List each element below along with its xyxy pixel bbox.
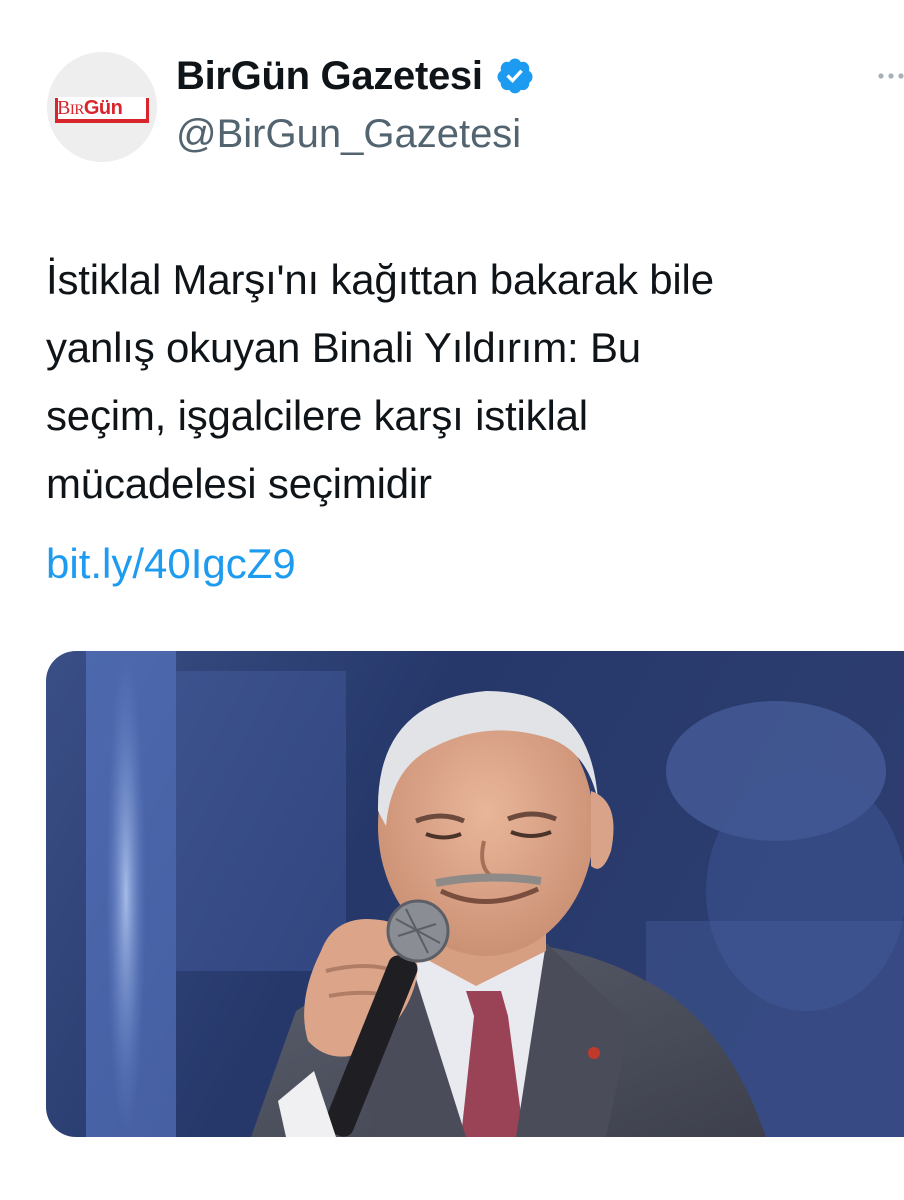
author-display-name[interactable]: BirGün Gazetesi — [176, 52, 483, 100]
avatar[interactable]: BIRGün — [47, 52, 157, 162]
tweet-photo[interactable] — [46, 651, 904, 1137]
birgun-logo-icon: BIRGün — [47, 52, 157, 162]
tweet-link[interactable]: bit.ly/40IgcZ9 — [46, 530, 296, 598]
tweet: BIRGün BirGün Gazetesi @BirGun_Gazetesi … — [0, 0, 904, 1200]
svg-text:BIRGün: BIRGün — [57, 97, 122, 119]
tweet-text: İstiklal Marşı'nı kağıttan bakarak bile … — [46, 246, 896, 518]
tweet-text-line: seçim, işgalcilere karşı istiklal — [46, 392, 588, 439]
tweet-text-line: yanlış okuyan Binali Yıldırım: Bu — [46, 324, 641, 371]
more-options-icon[interactable] — [872, 60, 904, 92]
photo-icon — [46, 651, 904, 1137]
author-handle[interactable]: @BirGun_Gazetesi — [176, 110, 521, 158]
tweet-text-line: mücadelesi seçimidir — [46, 460, 432, 507]
verified-badge-icon — [497, 58, 533, 94]
tweet-text-line: İstiklal Marşı'nı kağıttan bakarak bile — [46, 256, 714, 303]
author-name-row: BirGün Gazetesi — [176, 52, 535, 100]
